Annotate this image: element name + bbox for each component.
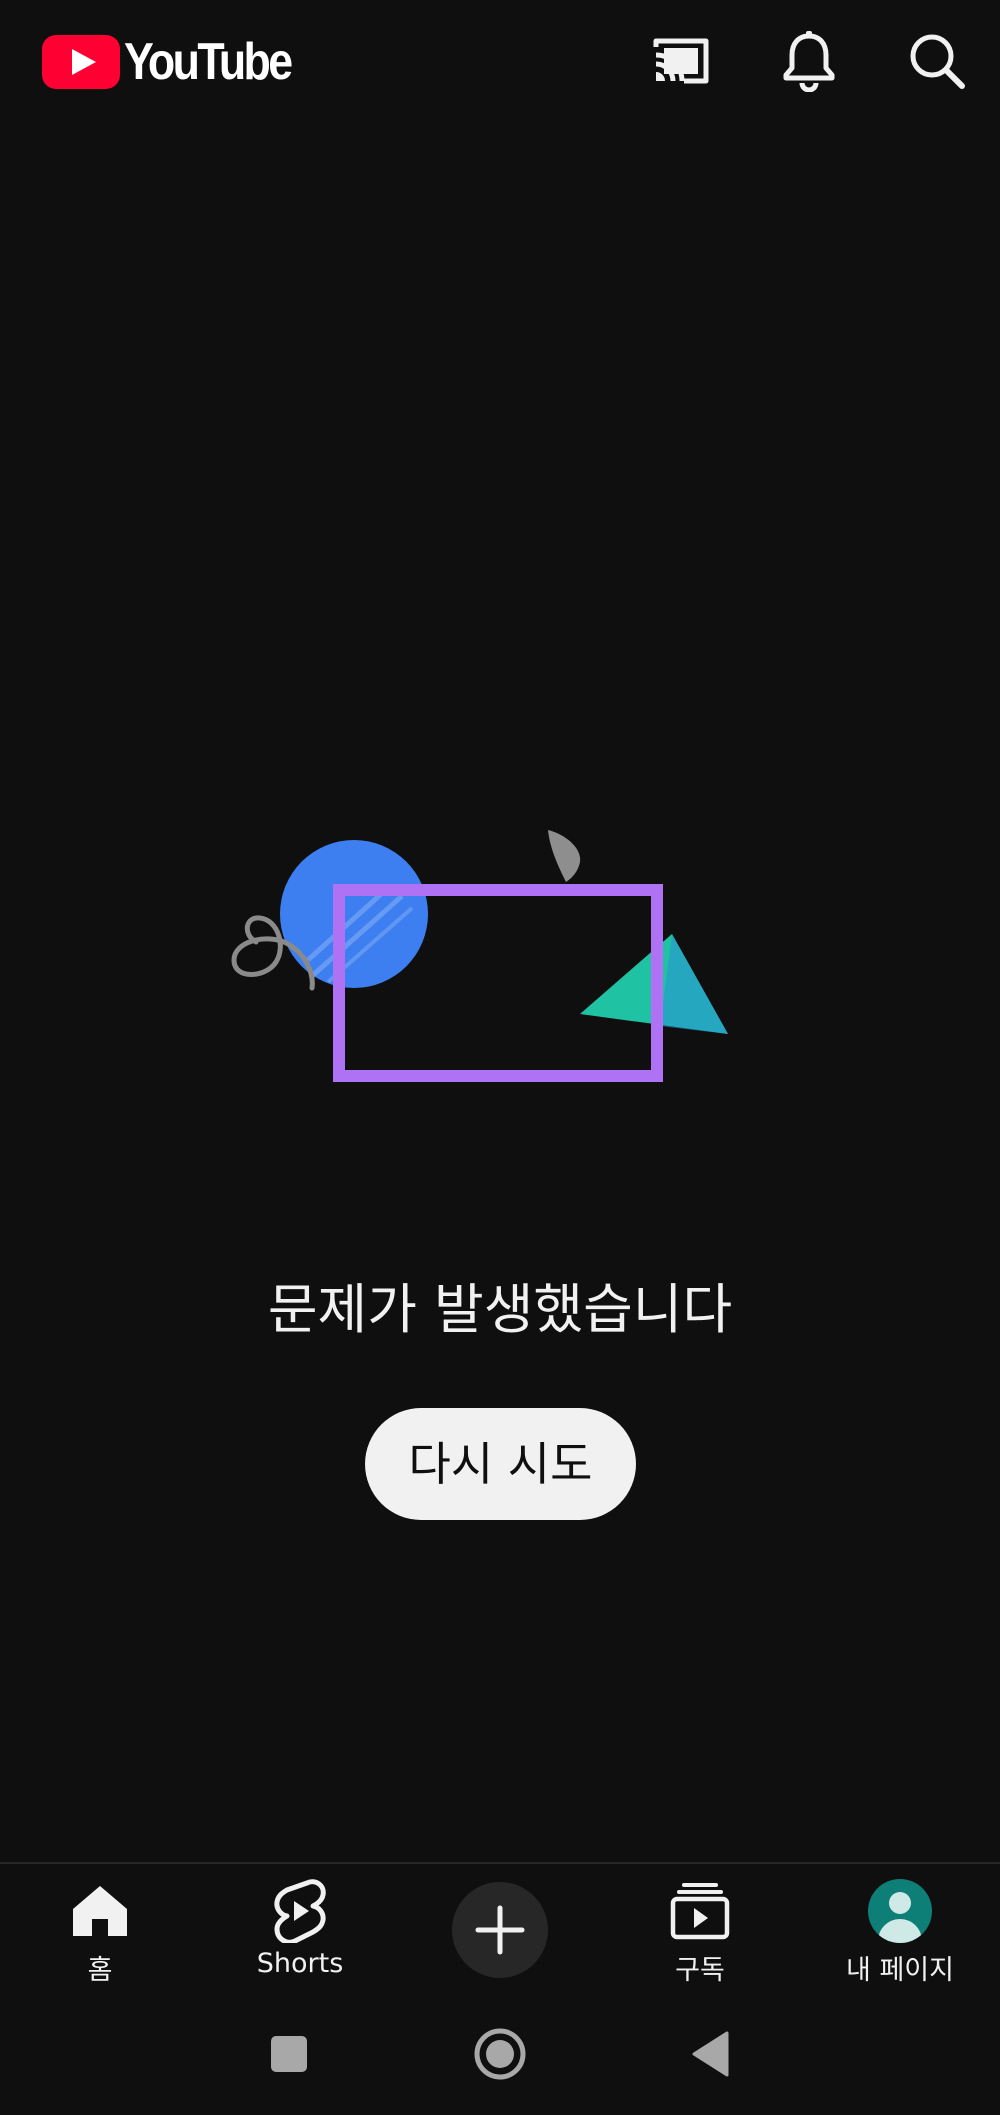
nav-item-create[interactable]: [400, 1864, 600, 2004]
error-illustration: [231, 830, 728, 1082]
recents-icon: [271, 2036, 307, 2072]
home-icon: [73, 1886, 127, 1936]
nav-item-home[interactable]: 홈: [0, 1864, 200, 2004]
nav-label-shorts: Shorts: [256, 1948, 344, 1979]
back-triangle-icon: [692, 2031, 729, 2077]
system-back-button[interactable]: [676, 2024, 746, 2084]
nav-label-home: 홈: [87, 1955, 113, 1986]
nav-item-shorts[interactable]: Shorts: [200, 1864, 400, 2004]
logo-wordmark: YouTube: [124, 33, 293, 91]
leaf-shape: [548, 830, 581, 882]
home-circle-icon: [474, 2028, 526, 2080]
create-button[interactable]: [452, 1882, 548, 1978]
cast-icon: [653, 38, 709, 84]
bottom-navigation-bar: 홈 Shorts 구독 내 페이지: [0, 1862, 1000, 2004]
cast-button[interactable]: [648, 28, 714, 94]
nav-item-my-page[interactable]: 내 페이지: [800, 1864, 1000, 2004]
youtube-play-logo-icon: [42, 35, 120, 89]
notifications-bell-icon: [783, 31, 835, 92]
nav-label-my-page: 내 페이지: [846, 1955, 954, 1986]
retry-button[interactable]: 다시 시도: [365, 1408, 636, 1520]
subscriptions-icon: [670, 1883, 730, 1940]
create-plus-icon: [475, 1905, 525, 1955]
shorts-icon: [274, 1879, 326, 1943]
system-recents-button[interactable]: [254, 2024, 324, 2084]
search-button[interactable]: [904, 28, 970, 94]
notifications-button[interactable]: [776, 28, 842, 94]
top-app-bar: YouTube: [0, 0, 1000, 125]
system-home-button[interactable]: [465, 2024, 535, 2084]
error-message: 문제가 발생했습니다: [267, 1278, 733, 1341]
nav-label-subscriptions: 구독: [675, 1955, 725, 1986]
avatar: [868, 1879, 932, 1943]
system-navigation-bar: [0, 2002, 1000, 2115]
search-icon: [910, 34, 965, 89]
nav-item-subscriptions[interactable]: 구독: [600, 1864, 800, 2004]
youtube-logo[interactable]: YouTube: [42, 32, 318, 92]
